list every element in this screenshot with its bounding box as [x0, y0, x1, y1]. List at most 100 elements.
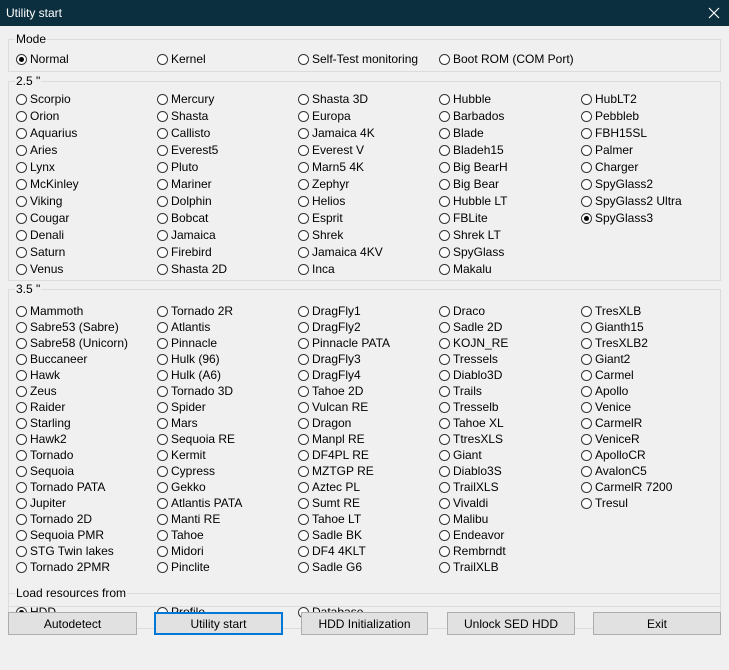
model-3-5-radio-hulk-a6[interactable]: Hulk (A6)	[157, 367, 221, 383]
model-3-5-radio-venicer[interactable]: VeniceR	[581, 431, 640, 447]
model-2-5-radio-zephyr[interactable]: Zephyr	[298, 176, 349, 192]
model-3-5-radio-trailxlb[interactable]: TrailXLB	[439, 559, 499, 575]
model-3-5-radio-tornado-pata[interactable]: Tornado PATA	[16, 479, 105, 495]
mode-radio-kernel[interactable]: Kernel	[157, 51, 206, 67]
model-2-5-radio-shasta[interactable]: Shasta	[157, 108, 208, 124]
model-2-5-radio-shasta-2d[interactable]: Shasta 2D	[157, 261, 227, 277]
model-3-5-radio-diablo3d[interactable]: Diablo3D	[439, 367, 502, 383]
model-2-5-radio-pebbleb[interactable]: Pebbleb	[581, 108, 639, 124]
model-2-5-radio-cougar[interactable]: Cougar	[16, 210, 69, 226]
mode-radio-normal[interactable]: Normal	[16, 51, 69, 67]
model-3-5-radio-sadle-g6[interactable]: Sadle G6	[298, 559, 362, 575]
model-2-5-radio-denali[interactable]: Denali	[16, 227, 64, 243]
model-2-5-radio-europa[interactable]: Europa	[298, 108, 351, 124]
model-2-5-radio-marn5-4k[interactable]: Marn5 4K	[298, 159, 364, 175]
utility-start-button[interactable]: Utility start	[154, 612, 283, 635]
model-3-5-radio-apollocr[interactable]: ApolloCR	[581, 447, 646, 463]
model-3-5-radio-mammoth[interactable]: Mammoth	[16, 303, 83, 319]
model-3-5-radio-kojn-re[interactable]: KOJN_RE	[439, 335, 508, 351]
model-2-5-radio-bladeh15[interactable]: Bladeh15	[439, 142, 504, 158]
model-3-5-radio-raider[interactable]: Raider	[16, 399, 65, 415]
model-2-5-radio-fbh15sl[interactable]: FBH15SL	[581, 125, 647, 141]
model-2-5-radio-big-bear[interactable]: Big Bear	[439, 176, 499, 192]
model-3-5-radio-sequoia-re[interactable]: Sequoia RE	[157, 431, 235, 447]
model-3-5-radio-zeus[interactable]: Zeus	[16, 383, 57, 399]
model-3-5-radio-ttresxls[interactable]: TtresXLS	[439, 431, 503, 447]
model-3-5-radio-vulcan-re[interactable]: Vulcan RE	[298, 399, 368, 415]
exit-button[interactable]: Exit	[593, 612, 721, 635]
model-3-5-radio-hawk[interactable]: Hawk	[16, 367, 60, 383]
model-2-5-radio-jamaica-4kv[interactable]: Jamaica 4KV	[298, 244, 383, 260]
model-3-5-radio-buccaneer[interactable]: Buccaneer	[16, 351, 87, 367]
model-3-5-radio-atlantis[interactable]: Atlantis	[157, 319, 210, 335]
model-3-5-radio-sadle-bk[interactable]: Sadle BK	[298, 527, 362, 543]
close-button[interactable]	[699, 0, 729, 26]
model-2-5-radio-spyglass[interactable]: SpyGlass	[439, 244, 504, 260]
model-3-5-radio-tressels[interactable]: Tressels	[439, 351, 498, 367]
model-2-5-radio-hubble-lt[interactable]: Hubble LT	[439, 193, 507, 209]
model-2-5-radio-mercury[interactable]: Mercury	[157, 91, 214, 107]
unlock-sed-hdd-button[interactable]: Unlock SED HDD	[447, 612, 575, 635]
model-3-5-radio-gekko[interactable]: Gekko	[157, 479, 206, 495]
model-2-5-radio-aries[interactable]: Aries	[16, 142, 57, 158]
model-3-5-radio-tornado-2r[interactable]: Tornado 2R	[157, 303, 233, 319]
model-3-5-radio-jupiter[interactable]: Jupiter	[16, 495, 66, 511]
model-2-5-radio-shrek-lt[interactable]: Shrek LT	[439, 227, 501, 243]
model-3-5-radio-dragfly3[interactable]: DragFly3	[298, 351, 361, 367]
model-3-5-radio-rembrndt[interactable]: Rembrndt	[439, 543, 506, 559]
model-3-5-radio-sabre58-unicorn[interactable]: Sabre58 (Unicorn)	[16, 335, 128, 351]
model-2-5-radio-pluto[interactable]: Pluto	[157, 159, 198, 175]
model-3-5-radio-tornado-2d[interactable]: Tornado 2D	[16, 511, 92, 527]
model-3-5-radio-manti-re[interactable]: Manti RE	[157, 511, 220, 527]
model-2-5-radio-lynx[interactable]: Lynx	[16, 159, 55, 175]
model-3-5-radio-diablo3s[interactable]: Diablo3S	[439, 463, 502, 479]
model-2-5-radio-aquarius[interactable]: Aquarius	[16, 125, 77, 141]
model-3-5-radio-draco[interactable]: Draco	[439, 303, 485, 319]
autodetect-button[interactable]: Autodetect	[8, 612, 137, 635]
model-3-5-radio-carmel[interactable]: Carmel	[581, 367, 634, 383]
model-2-5-radio-barbados[interactable]: Barbados	[439, 108, 504, 124]
model-3-5-radio-sadle-2d[interactable]: Sadle 2D	[439, 319, 502, 335]
model-3-5-radio-mars[interactable]: Mars	[157, 415, 198, 431]
model-3-5-radio-carmelr-7200[interactable]: CarmelR 7200	[581, 479, 672, 495]
model-3-5-radio-tresselb[interactable]: Tresselb	[439, 399, 499, 415]
model-3-5-radio-gianth15[interactable]: Gianth15	[581, 319, 644, 335]
model-3-5-radio-cypress[interactable]: Cypress	[157, 463, 215, 479]
model-2-5-radio-esprit[interactable]: Esprit	[298, 210, 343, 226]
model-2-5-radio-orion[interactable]: Orion	[16, 108, 59, 124]
model-3-5-radio-dragon[interactable]: Dragon	[298, 415, 351, 431]
model-2-5-radio-jamaica-4k[interactable]: Jamaica 4K	[298, 125, 375, 141]
model-3-5-radio-tornado-3d[interactable]: Tornado 3D	[157, 383, 233, 399]
model-3-5-radio-avalonc5[interactable]: AvalonC5	[581, 463, 647, 479]
model-3-5-radio-dragfly2[interactable]: DragFly2	[298, 319, 361, 335]
model-2-5-radio-dolphin[interactable]: Dolphin	[157, 193, 212, 209]
model-3-5-radio-trailxls[interactable]: TrailXLS	[439, 479, 499, 495]
model-3-5-radio-hawk2[interactable]: Hawk2	[16, 431, 67, 447]
model-3-5-radio-spider[interactable]: Spider	[157, 399, 206, 415]
model-2-5-radio-big-bearh[interactable]: Big BearH	[439, 159, 508, 175]
mode-radio-self-test-monitoring[interactable]: Self-Test monitoring	[298, 51, 418, 67]
model-3-5-radio-giant[interactable]: Giant	[439, 447, 482, 463]
model-2-5-radio-bobcat[interactable]: Bobcat	[157, 210, 208, 226]
model-2-5-radio-venus[interactable]: Venus	[16, 261, 63, 277]
model-3-5-radio-tahoe[interactable]: Tahoe	[157, 527, 204, 543]
model-3-5-radio-tresxlb2[interactable]: TresXLB2	[581, 335, 648, 351]
model-3-5-radio-endeavor[interactable]: Endeavor	[439, 527, 504, 543]
model-3-5-radio-pinnacle-pata[interactable]: Pinnacle PATA	[298, 335, 390, 351]
model-3-5-radio-dragfly1[interactable]: DragFly1	[298, 303, 361, 319]
model-2-5-radio-saturn[interactable]: Saturn	[16, 244, 65, 260]
model-3-5-radio-tresxlb[interactable]: TresXLB	[581, 303, 641, 319]
model-2-5-radio-shrek[interactable]: Shrek	[298, 227, 343, 243]
model-2-5-radio-firebird[interactable]: Firebird	[157, 244, 212, 260]
model-3-5-radio-apollo[interactable]: Apollo	[581, 383, 628, 399]
model-2-5-radio-hubble[interactable]: Hubble	[439, 91, 491, 107]
model-2-5-radio-everest-v[interactable]: Everest V	[298, 142, 364, 158]
model-2-5-radio-shasta-3d[interactable]: Shasta 3D	[298, 91, 368, 107]
model-3-5-radio-atlantis-pata[interactable]: Atlantis PATA	[157, 495, 242, 511]
model-3-5-radio-df4-4klt[interactable]: DF4 4KLT	[298, 543, 366, 559]
model-3-5-radio-carmelr[interactable]: CarmelR	[581, 415, 642, 431]
model-3-5-radio-tresul[interactable]: Tresul	[581, 495, 628, 511]
model-3-5-radio-hulk-96[interactable]: Hulk (96)	[157, 351, 220, 367]
model-2-5-radio-mckinley[interactable]: McKinley	[16, 176, 79, 192]
model-3-5-radio-vivaldi[interactable]: Vivaldi	[439, 495, 488, 511]
